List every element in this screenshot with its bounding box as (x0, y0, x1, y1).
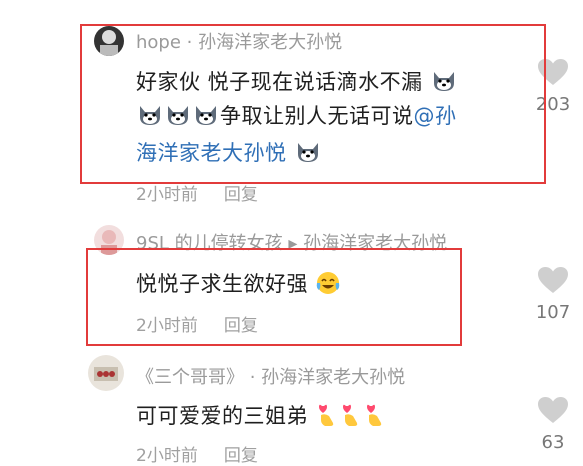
comment-author[interactable]: hope · 孙海洋家老大孙悦 (136, 28, 516, 54)
timestamp: 2小时前 (136, 185, 198, 205)
comment-text: 海洋家老大孙悦 (136, 137, 322, 167)
like-button[interactable]: 107 (528, 266, 578, 323)
avatar[interactable] (88, 355, 124, 391)
mention-link[interactable]: 海洋家老大孙悦 (136, 141, 287, 165)
comment-author[interactable]: 《三个哥哥》 · 孙海洋家老大孙悦 (136, 363, 516, 389)
heart-icon (538, 397, 568, 423)
heart-icon (538, 267, 568, 293)
reply-button[interactable]: 回复 (224, 446, 258, 466)
timestamp: 2小时前 (136, 446, 198, 466)
comment-text: 好家伙 悦子现在说话滴水不漏 (136, 66, 458, 96)
like-button[interactable]: 203 (528, 58, 578, 115)
reply-button[interactable]: 回复 (224, 185, 258, 205)
comment-meta: 2小时前 回复 (136, 180, 258, 205)
tearful-laugh-emoji (316, 272, 340, 294)
comment-meta: 2小时前 回复 (136, 441, 258, 466)
comment-text: 可可爱爱的三姐弟 (136, 400, 387, 430)
husky-emoji (196, 106, 216, 125)
avatar[interactable] (94, 26, 124, 56)
heart-icon (538, 59, 568, 85)
husky-emoji (433, 72, 454, 91)
reply-button[interactable]: 回复 (224, 316, 258, 336)
finger-heart-emoji (367, 404, 382, 426)
husky-emoji (168, 106, 188, 125)
timestamp: 2小时前 (136, 316, 198, 336)
finger-heart-emoji (319, 404, 334, 426)
comment-meta: 2小时前 回复 (136, 311, 258, 336)
comment-author[interactable]: 9SL 的儿停转女孩 ▸ 孙海洋家老大孙悦 (136, 229, 516, 255)
mention-link[interactable]: @孙 (414, 104, 457, 128)
like-count: 203 (535, 94, 571, 115)
avatar[interactable] (94, 225, 124, 255)
like-count: 107 (535, 302, 571, 323)
finger-heart-emoji (343, 404, 358, 426)
comment-text: 悦悦子求生欲好强 (136, 268, 341, 298)
husky-emoji (140, 106, 160, 125)
comment-text: 争取让别人无话可说@孙 (136, 100, 457, 130)
like-count: 63 (541, 432, 565, 453)
like-button[interactable]: 63 (528, 396, 578, 453)
husky-emoji (297, 143, 318, 162)
